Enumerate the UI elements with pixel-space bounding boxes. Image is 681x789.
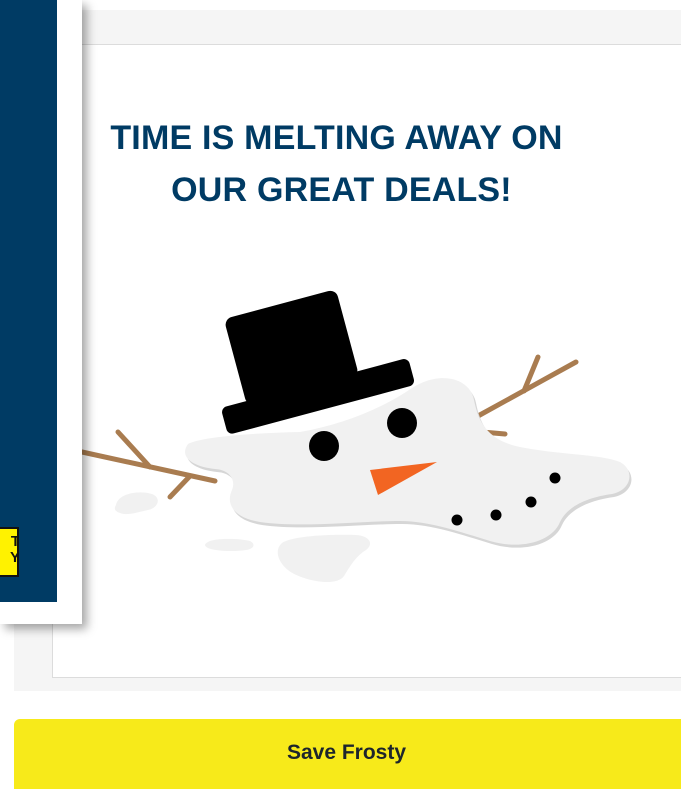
side-card[interactable]: T Y — [0, 0, 82, 624]
page: TIME IS MELTING AWAY ON OUR GREAT DEALS! — [0, 0, 681, 789]
logo-text-line-2: Y — [9, 549, 19, 566]
headline-line-2: OUR GREAT DEALS! — [171, 171, 512, 209]
retailer-logo-tag: T Y — [0, 527, 19, 577]
promo-headline: TIME IS MELTING AWAY ON OUR GREAT DEALS! — [0, 112, 681, 216]
save-frosty-label: Save Frosty — [286, 741, 407, 764]
save-frosty-button[interactable]: Save Frosty — [14, 719, 681, 789]
headline-line-1: TIME IS MELTING AWAY ON — [110, 119, 563, 157]
logo-text-line-1: T — [0, 534, 17, 549]
side-card-panel — [0, 0, 57, 602]
